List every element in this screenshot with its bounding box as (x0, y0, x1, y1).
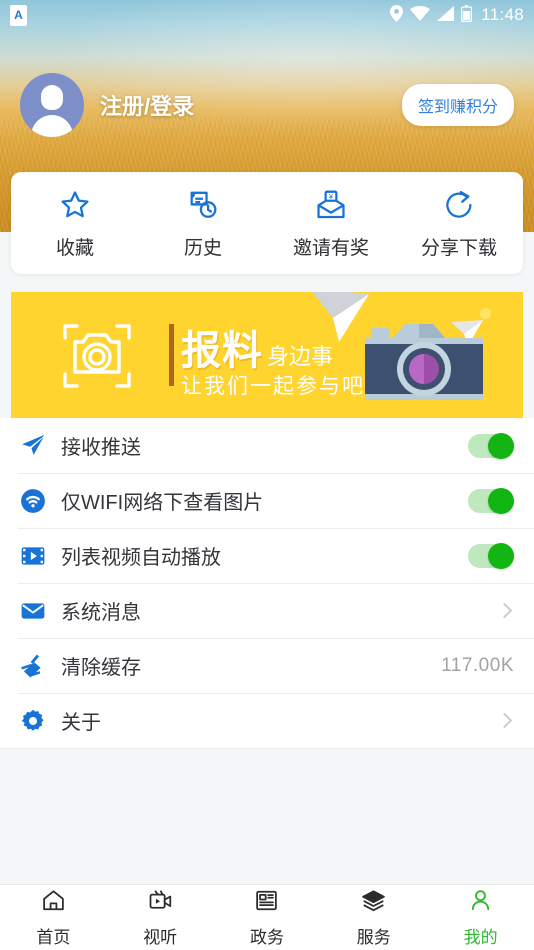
settings-list: 接收推送 仅WIFI网络下查看图片 列表视频自动播放 系统消息 清除缓存 117… (0, 418, 534, 749)
layers-icon (361, 888, 386, 918)
user-avatar-icon[interactable] (20, 73, 84, 137)
star-icon (58, 188, 92, 222)
history-icon (186, 188, 220, 222)
toggle-knob (488, 487, 514, 514)
quick-action-favorites[interactable]: 收藏 (11, 188, 139, 260)
app-screen: A 11:48 注册/登录 签到赚积分 收藏 历史 ¥ 邀请有奖 分享下载 报料… (0, 0, 534, 950)
report-news-banner[interactable]: 报料 身边事 让我们一起参与吧 (11, 292, 523, 418)
quick-action-share-download[interactable]: 分享下载 (395, 188, 523, 260)
video-camera-icon (148, 888, 173, 918)
banner-title: 报料 身边事 (181, 318, 333, 376)
setting-row-push-notifications[interactable]: 接收推送 (0, 418, 534, 473)
signin-earn-points-button[interactable]: 签到赚积分 (401, 84, 514, 126)
setting-label: 系统消息 (61, 602, 141, 624)
avatar-body-shape (31, 115, 73, 137)
setting-row-about[interactable]: 关于 (0, 693, 534, 748)
setting-row-clear-cache[interactable]: 清除缓存 117.00K (0, 638, 534, 693)
setting-label: 接收推送 (61, 437, 141, 459)
quick-actions-card: 收藏 历史 ¥ 邀请有奖 分享下载 (11, 172, 523, 274)
toggle-knob (488, 542, 514, 569)
nav-item-services[interactable]: 服务 (320, 888, 427, 948)
status-bar-clock: 11:48 (481, 5, 524, 24)
camera-frame-icon (51, 320, 143, 397)
login-register-label[interactable]: 注册/登录 (100, 89, 194, 121)
toggle-switch-push[interactable] (468, 432, 514, 459)
bottom-navigation: 首页 视听 政务 服务 我的 (0, 884, 534, 950)
paper-plane-icon (18, 433, 48, 459)
toggle-knob (488, 432, 514, 459)
chevron-right-icon (496, 712, 513, 729)
nav-label: 政务 (249, 927, 284, 947)
envelope-icon (18, 598, 48, 624)
banner-subtitle: 让我们一起参与吧 (181, 375, 365, 398)
quick-action-label: 历史 (183, 238, 222, 259)
quick-action-label: 邀请有奖 (292, 238, 369, 259)
nav-label: 视听 (143, 927, 178, 947)
camera-illustration-icon (359, 314, 489, 418)
nav-item-government[interactable]: 政务 (214, 888, 321, 948)
toggle-switch-wifi-images[interactable] (468, 487, 514, 514)
setting-row-video-autoplay[interactable]: 列表视频自动播放 (0, 528, 534, 583)
banner-title-sub: 身边事 (267, 344, 334, 369)
quick-action-invite[interactable]: ¥ 邀请有奖 (267, 188, 395, 260)
cache-size-value: 117.00K (441, 654, 514, 676)
chevron-right-icon (496, 602, 513, 619)
app-notification-icon: A (10, 4, 27, 26)
nav-item-video[interactable]: 视听 (107, 888, 214, 948)
banner-divider (169, 324, 174, 386)
status-bar-left: A (10, 4, 27, 26)
setting-control: 117.00K (441, 655, 514, 677)
broom-icon (18, 653, 48, 679)
setting-control[interactable] (468, 487, 514, 514)
toggle-switch-autoplay[interactable] (468, 542, 514, 569)
home-icon (41, 888, 66, 918)
status-bar-right: 11:48 (390, 4, 524, 26)
nav-label: 首页 (36, 927, 71, 947)
setting-control[interactable] (468, 542, 514, 569)
setting-label: 列表视频自动播放 (61, 547, 221, 569)
newspaper-icon (254, 888, 279, 918)
gear-icon (18, 708, 48, 734)
wifi-icon (410, 5, 431, 25)
svg-text:¥: ¥ (329, 193, 333, 201)
setting-control[interactable] (468, 432, 514, 459)
setting-label: 清除缓存 (61, 657, 141, 679)
list-bottom-divider (0, 748, 534, 749)
nav-label: 服务 (356, 927, 391, 947)
banner-title-main: 报料 (181, 329, 263, 373)
cellular-signal-icon (437, 5, 455, 25)
nav-label: 我的 (463, 927, 498, 947)
wifi-icon (18, 488, 48, 514)
quick-action-label: 收藏 (55, 238, 94, 259)
status-bar: A 11:48 (0, 0, 534, 30)
setting-row-system-messages[interactable]: 系统消息 (0, 583, 534, 638)
video-play-icon (18, 543, 48, 569)
quick-action-label: 分享下载 (420, 238, 497, 259)
location-pin-icon (390, 4, 404, 26)
account-row[interactable]: 注册/登录 签到赚积分 (0, 72, 534, 138)
setting-label: 关于 (61, 712, 101, 734)
avatar-head-shape (41, 85, 63, 110)
quick-action-history[interactable]: 历史 (139, 188, 267, 260)
setting-control[interactable] (496, 602, 514, 619)
battery-icon (461, 4, 473, 26)
envelope-reward-icon: ¥ (314, 188, 348, 222)
setting-row-wifi-only-images[interactable]: 仅WIFI网络下查看图片 (0, 473, 534, 528)
nav-item-mine[interactable]: 我的 (427, 888, 534, 948)
setting-control[interactable] (496, 712, 514, 729)
person-icon (468, 888, 493, 918)
share-download-icon (442, 188, 476, 222)
setting-label: 仅WIFI网络下查看图片 (61, 492, 264, 514)
nav-item-home[interactable]: 首页 (0, 888, 107, 948)
